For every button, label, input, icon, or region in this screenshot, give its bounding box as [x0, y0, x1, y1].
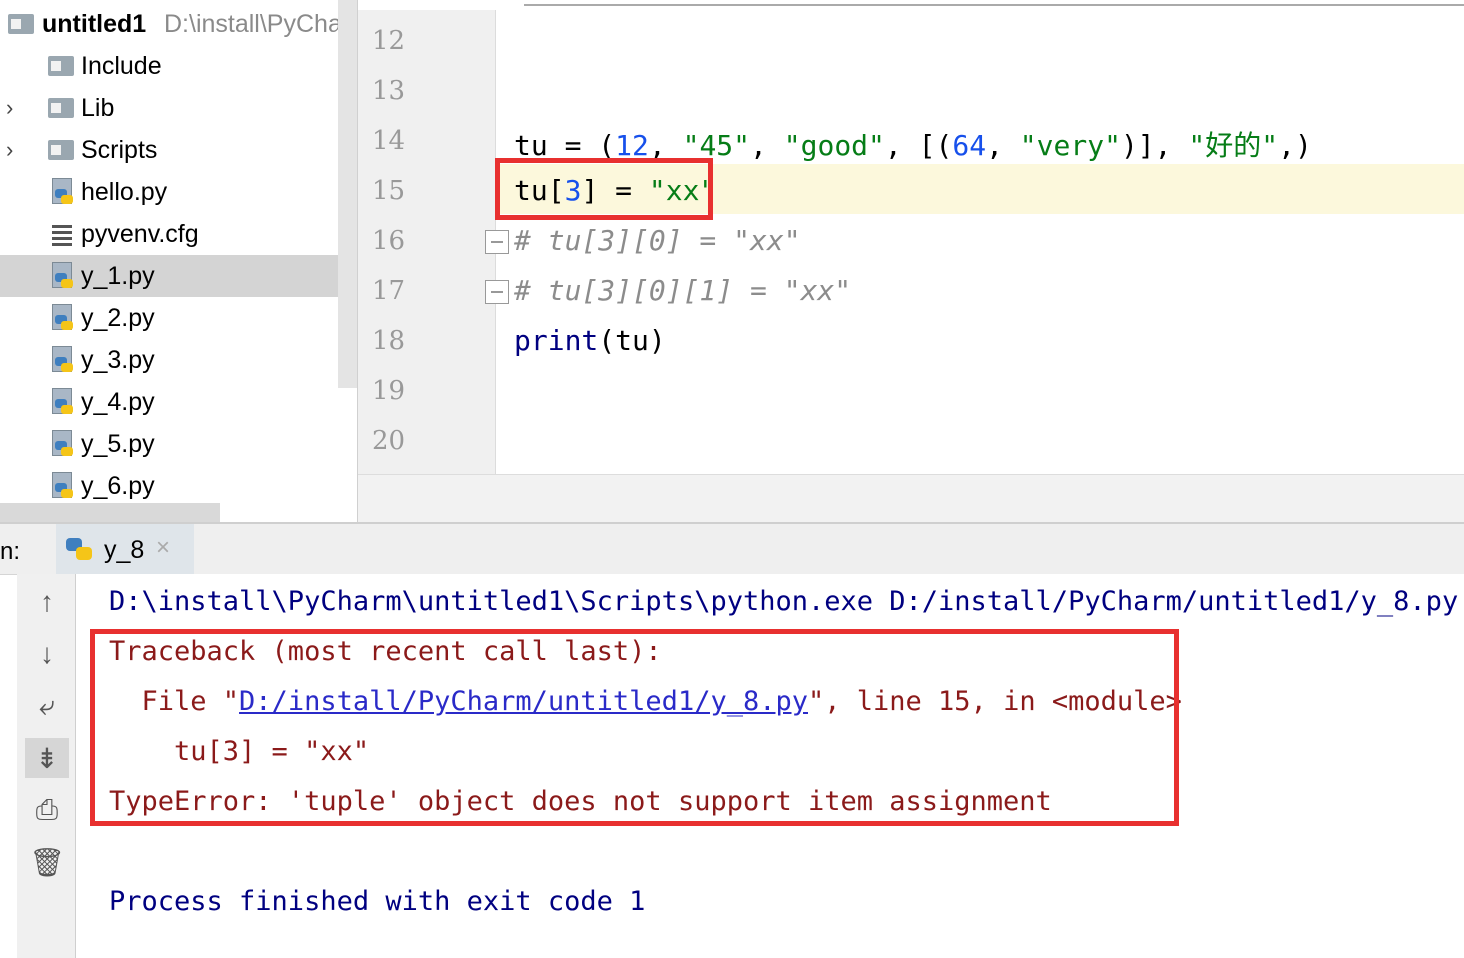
- python-file-icon: [50, 430, 74, 458]
- code-line-18: print(tu): [514, 324, 666, 357]
- code-editor[interactable]: 12 13 14 15 16 17 18 19 20 tu = (12, "45…: [358, 0, 1464, 523]
- tree-item-scripts[interactable]: › Scripts: [0, 129, 338, 171]
- code-string: "very": [1019, 129, 1121, 162]
- python-icon: [66, 536, 94, 562]
- tree-item-label: y_4.py: [81, 387, 155, 416]
- python-file-icon: [50, 178, 74, 206]
- chevron-right-icon[interactable]: ›: [6, 137, 20, 163]
- tree-item-label: y_2.py: [81, 303, 155, 332]
- code-line-16: # tu[3][0] = "xx": [514, 224, 801, 257]
- code-token: ,: [986, 129, 1020, 162]
- tree-item-label: hello.py: [81, 177, 168, 206]
- tree-item-label: Scripts: [81, 135, 158, 164]
- tree-item-label: y_3.py: [81, 345, 155, 374]
- tree-item-y4-py[interactable]: y_4.py: [0, 381, 338, 423]
- code-string: "good": [783, 129, 885, 162]
- arrow-down-icon[interactable]: ↓: [25, 634, 69, 674]
- run-toolbar: ↑ ↓ ⤶ ⇟ ⎙ 🗑: [17, 574, 76, 958]
- close-icon[interactable]: ×: [156, 534, 170, 562]
- fold-toggle-icon[interactable]: [485, 230, 509, 254]
- trash-icon[interactable]: 🗑: [25, 842, 69, 882]
- tree-item-y2-py[interactable]: y_2.py: [0, 297, 338, 339]
- tree-item-label: y_5.py: [81, 429, 155, 458]
- line-number: 20: [372, 426, 406, 456]
- line-number: 15: [372, 176, 406, 206]
- print-icon[interactable]: ⎙: [25, 790, 69, 830]
- tree-item-pyvenv-cfg[interactable]: pyvenv.cfg: [0, 213, 338, 255]
- editor-bottom-area: [358, 474, 1464, 523]
- python-file-icon: [50, 304, 74, 332]
- tree-item-y3-py[interactable]: y_3.py: [0, 339, 338, 381]
- tree-item-y6-py[interactable]: y_6.py: [0, 465, 338, 507]
- chevron-right-icon[interactable]: ›: [6, 95, 20, 121]
- fold-toggle-icon[interactable]: [485, 280, 509, 304]
- folder-icon: [48, 56, 74, 76]
- config-file-icon: [52, 225, 72, 247]
- folder-icon: [48, 140, 74, 160]
- tree-vertical-scrollbar[interactable]: [338, 0, 357, 388]
- exit-message: Process finished with exit code 1: [109, 886, 646, 917]
- code-line-17: # tu[3][0][1] = "xx": [514, 274, 852, 307]
- run-label: n:: [0, 538, 21, 565]
- run-tab-y8[interactable]: y_8 ×: [56, 524, 194, 574]
- tree-item-include[interactable]: Include: [0, 45, 338, 87]
- tree-item-label: Lib: [81, 93, 115, 122]
- tree-item-y1-py[interactable]: y_1.py: [0, 255, 338, 297]
- code-token: ,: [750, 129, 784, 162]
- soft-wrap-icon[interactable]: ⤶: [25, 686, 69, 726]
- code-string: "好的": [1188, 129, 1279, 162]
- editor-top-border: [524, 4, 1464, 6]
- tree-item-y5-py[interactable]: y_5.py: [0, 423, 338, 465]
- project-name: untitled1: [42, 9, 147, 38]
- console-command: D:\install\PyCharm\untitled1\Scripts\pyt…: [109, 586, 1459, 617]
- scroll-to-end-icon[interactable]: ⇟: [25, 738, 69, 778]
- python-file-icon: [50, 472, 74, 500]
- tree-item-label: Include: [81, 51, 162, 80]
- tree-item-label: y_1.py: [81, 261, 155, 290]
- project-path: D:\install\PyChar: [164, 9, 351, 38]
- code-token: , [(: [884, 129, 953, 162]
- python-file-icon: [50, 262, 74, 290]
- highlight-box-editor: [495, 158, 713, 220]
- console-output[interactable]: D:\install\PyCharm\untitled1\Scripts\pyt…: [76, 574, 1464, 958]
- python-file-icon: [50, 388, 74, 416]
- run-tab-bar: n: y_8 ×: [0, 522, 1464, 575]
- python-file-icon: [50, 346, 74, 374]
- code-token: ,): [1278, 129, 1312, 162]
- tree-item-label: y_6.py: [81, 471, 155, 500]
- tree-item-label: pyvenv.cfg: [81, 219, 199, 248]
- folder-icon: [8, 14, 34, 34]
- tree-horizontal-scrollbar[interactable]: [0, 503, 220, 522]
- line-number: 16: [372, 226, 406, 256]
- code-token: (tu): [598, 324, 666, 357]
- code-token: )],: [1120, 129, 1189, 162]
- line-number: 18: [372, 326, 406, 356]
- folder-icon: [48, 98, 74, 118]
- tree-root[interactable]: untitled1 D:\install\PyChar: [0, 3, 350, 45]
- line-number: 19: [372, 376, 406, 406]
- line-number: 13: [372, 76, 406, 106]
- tree-item-hello-py[interactable]: hello.py: [0, 171, 338, 213]
- run-tab-name: y_8: [104, 536, 145, 564]
- tree-item-lib[interactable]: › Lib: [0, 87, 338, 129]
- highlight-box-console: [90, 629, 1179, 826]
- line-number: 12: [372, 26, 406, 56]
- code-number: 64: [952, 129, 987, 162]
- code-keyword: print: [514, 324, 599, 357]
- arrow-up-icon[interactable]: ↑: [25, 582, 69, 622]
- line-number: 14: [372, 126, 406, 156]
- project-tree: untitled1 D:\install\PyChar Include › Li…: [0, 0, 358, 522]
- line-number: 17: [372, 276, 406, 306]
